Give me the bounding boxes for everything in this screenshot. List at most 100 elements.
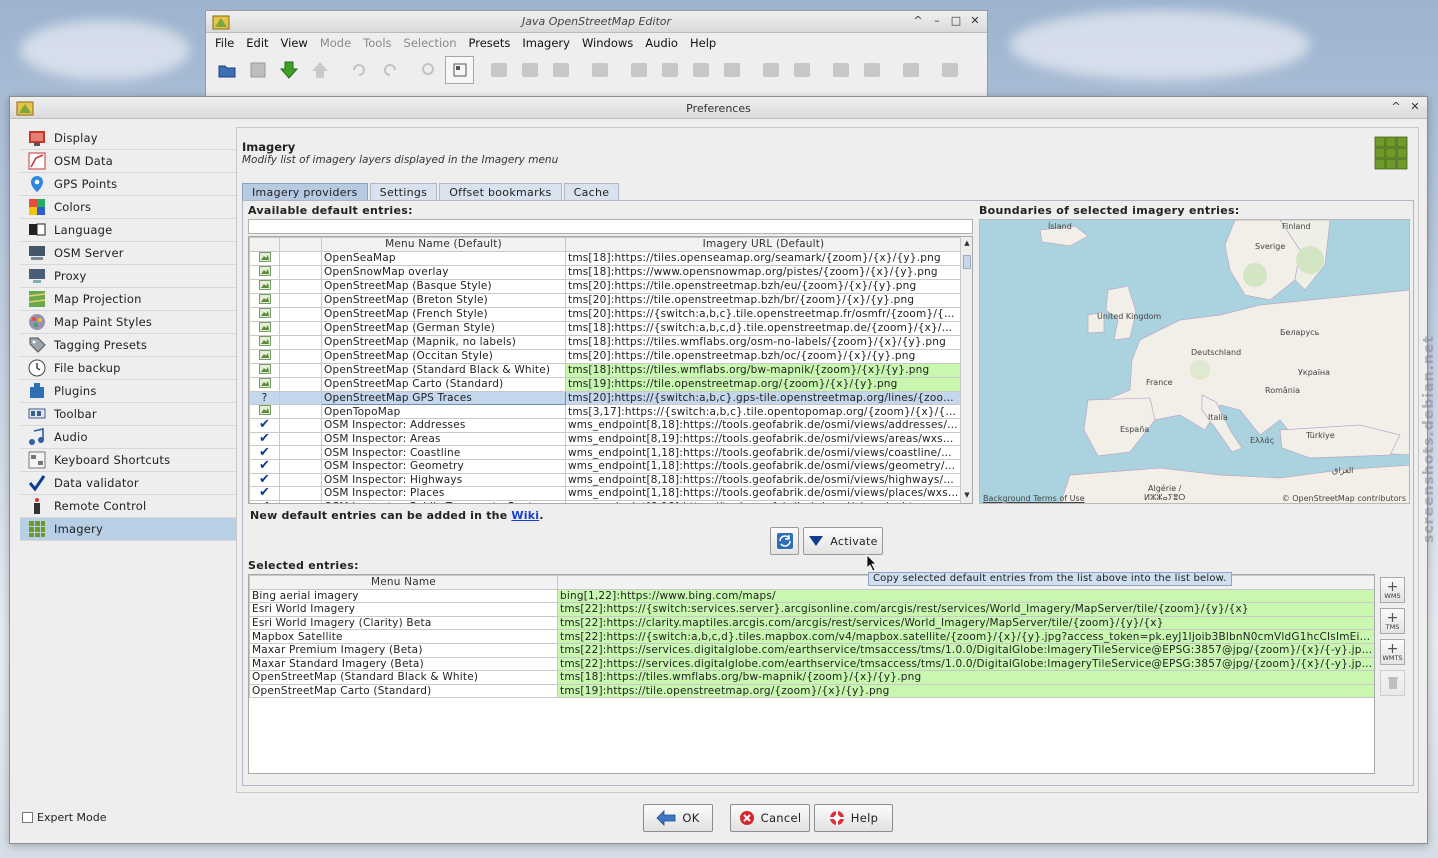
shade-button[interactable]: ^ [1390, 100, 1402, 113]
available-row[interactable]: OpenStreetMap Carto (Standard) tms[19]:ht… [249, 376, 962, 392]
menu-audio[interactable]: Audio [640, 36, 683, 50]
available-row[interactable]: ✔ OSM Inspector: Coastline wms_endpoint[1,… [249, 445, 962, 460]
available-row[interactable]: OpenStreetMap (Mapnik, no labels) tms[18]… [249, 334, 962, 350]
menu-windows[interactable]: Windows [577, 36, 638, 50]
preset-bus-button[interactable] [787, 56, 816, 84]
menu-file[interactable]: File [210, 36, 239, 50]
scroll-down-arrow[interactable]: ▼ [961, 491, 972, 501]
tab-offset-bookmarks[interactable]: Offset bookmarks [439, 183, 562, 200]
delete-entry-button[interactable] [1380, 670, 1405, 696]
nav-item-display[interactable]: Display [20, 127, 236, 150]
nav-item-map-paint-styles[interactable]: Map Paint Styles [20, 311, 236, 334]
nav-item-keyboard-shortcuts[interactable]: Keyboard Shortcuts [20, 449, 236, 472]
download-button[interactable] [274, 56, 303, 84]
nav-item-language[interactable]: Language [20, 219, 236, 242]
available-row[interactable]: OpenSnowMap overlay tms[18]:https://www.o… [249, 264, 962, 280]
available-row[interactable]: ✔ OSM Inspector: Public Transport - Route… [249, 499, 962, 503]
available-row[interactable]: OpenStreetMap (Occitan Style) tms[20]:htt… [249, 348, 962, 364]
available-row[interactable]: ✔ OSM Inspector: Highways wms_endpoint[8,1… [249, 472, 962, 488]
preset-parking-button[interactable] [826, 56, 855, 84]
status-column-header[interactable] [249, 237, 280, 252]
nav-item-gps-points[interactable]: GPS Points [20, 173, 236, 196]
menu-view[interactable]: View [276, 36, 313, 50]
combine-way-button[interactable] [515, 56, 544, 84]
available-row[interactable]: ✔ OSM Inspector: Areas wms_endpoint[8,19]:… [249, 431, 962, 447]
nav-item-audio[interactable]: Audio [20, 426, 236, 449]
available-entries-filter[interactable] [248, 219, 973, 234]
nav-item-toolbar[interactable]: Toolbar [20, 403, 236, 426]
save-button[interactable] [243, 56, 272, 84]
expert-mode-checkbox[interactable] [22, 812, 33, 823]
tab-settings[interactable]: Settings [369, 183, 438, 200]
map-terms-link[interactable]: Background Terms of Use [983, 494, 1085, 503]
preset-industrial-button[interactable] [935, 56, 964, 84]
nav-item-osm-data[interactable]: OSM Data [20, 150, 236, 173]
upload-button[interactable] [305, 56, 334, 84]
selected-row[interactable]: Bing aerial imagery bing[1,22]:https://ww… [249, 588, 1374, 604]
preset-restaurant-button[interactable] [857, 56, 886, 84]
available-row[interactable]: OpenStreetMap (Basque Style) tms[20]:http… [249, 278, 962, 294]
reverse-way-button[interactable] [546, 56, 575, 84]
close-button[interactable]: ✕ [1409, 100, 1421, 113]
selected-row[interactable]: Maxar Standard Imagery (Beta) tms[22]:htt… [249, 656, 1374, 672]
cancel-button[interactable]: Cancel [730, 804, 810, 832]
expert-mode-row[interactable]: Expert Mode [22, 811, 107, 824]
split-way-button[interactable] [484, 56, 513, 84]
available-row[interactable]: ✔ OSM Inspector: Places wms_endpoint[1,18]… [249, 486, 962, 501]
preset-door-button[interactable] [686, 56, 715, 84]
preset-area-button[interactable] [717, 56, 746, 84]
reload-button[interactable] [770, 527, 799, 555]
activate-button[interactable]: Activate [803, 527, 883, 555]
available-row[interactable]: ✔ OSM Inspector: Addresses wms_endpoint[8,… [249, 418, 962, 433]
selected-row[interactable]: OpenStreetMap Carto (Standard) tms[19]:ht… [249, 683, 1374, 699]
open-file-button[interactable] [212, 56, 241, 84]
map-attribution[interactable]: © OpenStreetMap contributors [1282, 494, 1406, 503]
nav-item-imagery[interactable]: Imagery [20, 518, 236, 541]
available-row[interactable]: OpenStreetMap (German Style) tms[18]:http… [249, 320, 962, 336]
tab-cache[interactable]: Cache [563, 183, 620, 200]
nav-item-plugins[interactable]: Plugins [20, 380, 236, 403]
preset-house-button[interactable] [655, 56, 684, 84]
nav-item-file-backup[interactable]: File backup [20, 357, 236, 380]
minimize-button[interactable]: – [931, 14, 943, 27]
close-button[interactable]: ✕ [969, 14, 981, 27]
preset-building-button[interactable] [624, 56, 653, 84]
undo-button[interactable] [344, 56, 373, 84]
available-row[interactable]: ✔ OSM Inspector: Geometry wms_endpoint[1,1… [249, 458, 962, 474]
available-row[interactable]: ? OpenStreetMap GPS Traces tms[20]:https:/… [249, 390, 962, 406]
ok-button[interactable]: OK [643, 804, 713, 832]
available-row[interactable]: OpenStreetMap (Breton Style) tms[20]:http… [249, 292, 962, 308]
nav-item-proxy[interactable]: Proxy [20, 265, 236, 288]
nav-item-remote-control[interactable]: Remote Control [20, 495, 236, 518]
scrollbar-thumb[interactable] [963, 255, 971, 269]
nav-item-osm-server[interactable]: OSM Server [20, 242, 236, 265]
selected-name-column-header[interactable]: Menu Name [249, 575, 558, 590]
menu-presets[interactable]: Presets [464, 36, 516, 50]
add-tms-button[interactable]: + TMS [1380, 608, 1405, 634]
add-wmts-button[interactable]: + WMTS [1380, 639, 1405, 665]
menu-help[interactable]: Help [685, 36, 721, 50]
selected-row[interactable]: Maxar Premium Imagery (Beta) tms[22]:http… [249, 642, 1374, 658]
nav-item-data-validator[interactable]: Data validator [20, 472, 236, 495]
scroll-up-arrow[interactable]: ▲ [961, 239, 972, 249]
available-row[interactable]: OpenSeaMap tms[18]:https://tiles.openseam… [249, 250, 962, 266]
available-scrollbar[interactable]: ▲ ▼ [960, 237, 972, 503]
nav-item-tagging-presets[interactable]: Tagging Presets [20, 334, 236, 357]
wiki-link[interactable]: Wiki [511, 509, 539, 522]
selected-row[interactable]: Esri World Imagery (Clarity) Beta tms[22]… [249, 615, 1374, 631]
help-button[interactable]: Help [814, 804, 893, 832]
menu-name-column-header[interactable]: Menu Name (Default) [321, 237, 566, 252]
zoom-button[interactable] [414, 56, 443, 84]
available-entries-table[interactable]: Menu Name (Default) Imagery URL (Default… [248, 236, 973, 504]
align-button[interactable] [585, 56, 614, 84]
selected-row[interactable]: Mapbox Satellite tms[22]:https://{switch:… [249, 629, 1374, 644]
add-wms-button[interactable]: + WMS [1380, 577, 1405, 603]
menu-edit[interactable]: Edit [241, 36, 273, 50]
maximize-button[interactable]: □ [950, 14, 962, 27]
available-row[interactable]: OpenStreetMap (Standard Black & White) tm… [249, 362, 962, 378]
nav-item-colors[interactable]: Colors [20, 196, 236, 219]
flag-column-header[interactable] [279, 237, 322, 252]
tab-imagery-providers[interactable]: Imagery providers [242, 183, 368, 200]
preset-car-button[interactable] [756, 56, 785, 84]
preset-castle-button[interactable] [896, 56, 925, 84]
